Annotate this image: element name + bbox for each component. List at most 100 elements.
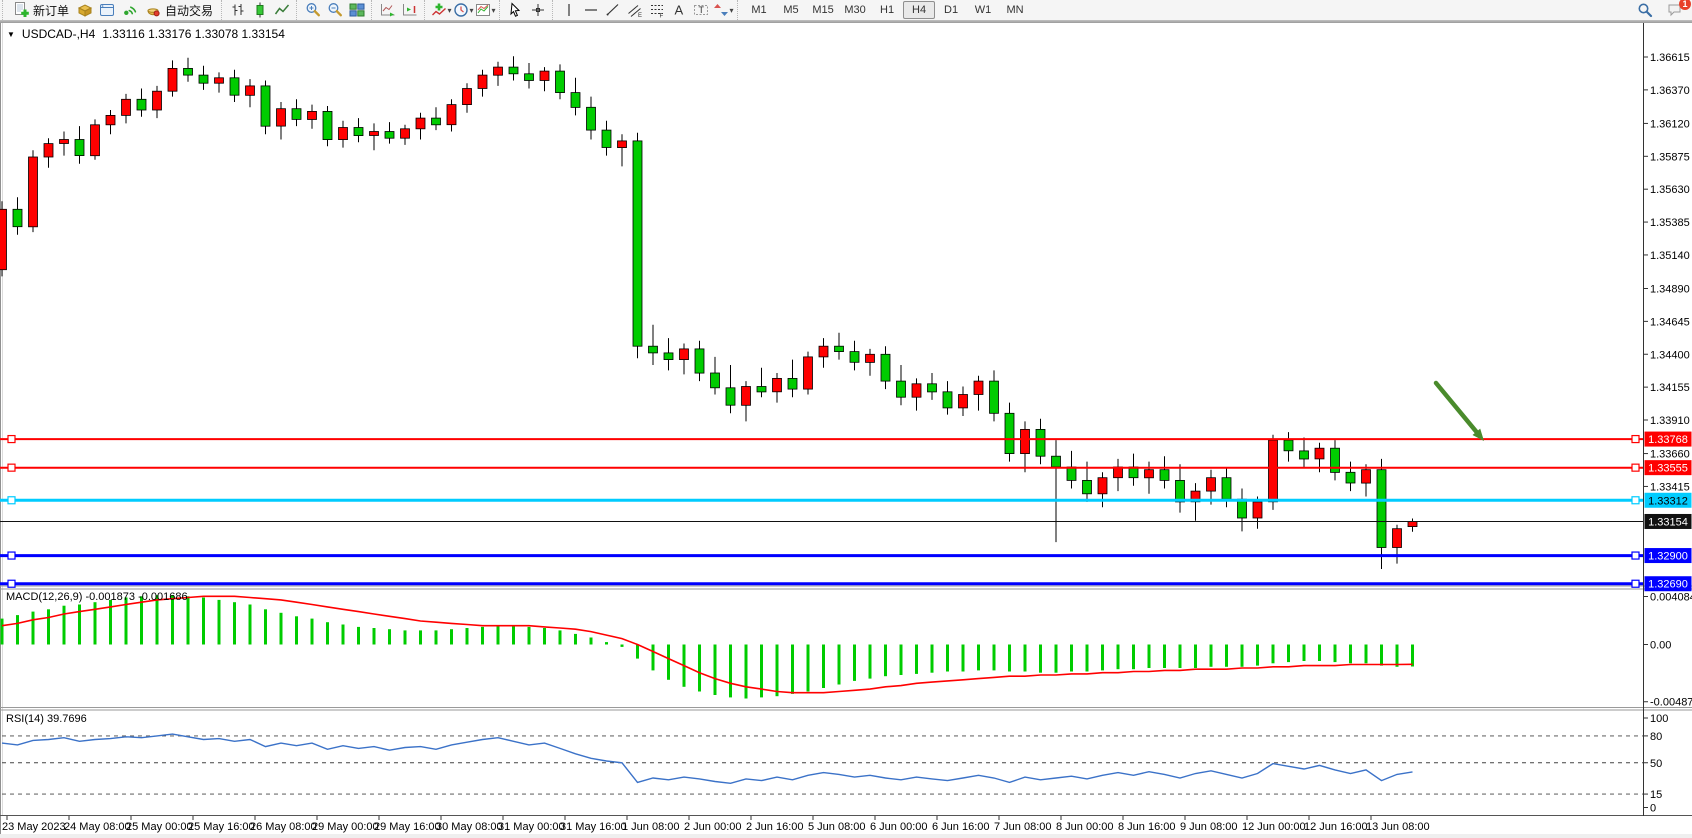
chart-shift-button[interactable] xyxy=(399,1,421,19)
rsi-tick-label: 0 xyxy=(1650,803,1656,815)
autotrading-icon xyxy=(145,2,161,18)
candle xyxy=(664,353,673,360)
candle xyxy=(881,354,890,381)
timeframe-mn-button[interactable]: MN xyxy=(999,1,1031,19)
level-handle[interactable] xyxy=(8,464,15,471)
new-order-button[interactable]: 新订单 xyxy=(8,1,74,19)
level-handle[interactable] xyxy=(1632,580,1639,587)
candle xyxy=(463,89,472,105)
price-chart-svg[interactable]: 1.366151.363701.361201.358751.356301.353… xyxy=(0,0,1692,838)
crosshair-icon xyxy=(530,2,546,18)
candle xyxy=(199,75,208,83)
candle xyxy=(912,384,921,397)
search-button[interactable] xyxy=(1634,1,1656,19)
zoom-out-button[interactable] xyxy=(324,1,346,19)
vertical-line-button[interactable] xyxy=(558,1,580,19)
timeframe-h4-button[interactable]: H4 xyxy=(903,1,935,19)
time-tick-label: 13 Jun 08:00 xyxy=(1366,821,1430,833)
candle xyxy=(416,118,425,129)
fibonacci-button[interactable]: F xyxy=(646,1,668,19)
level-handle[interactable] xyxy=(1632,464,1639,471)
candlestick-chart-button[interactable] xyxy=(249,1,271,19)
candle xyxy=(323,111,332,139)
timeframe-m1-button[interactable]: M1 xyxy=(743,1,775,19)
timeframe-m15-button[interactable]: M15 xyxy=(807,1,839,19)
candle xyxy=(1362,470,1371,483)
svg-text:T: T xyxy=(699,5,705,15)
candle xyxy=(432,118,441,125)
price-axis[interactable]: 1.366151.363701.361201.358751.356301.353… xyxy=(1644,22,1692,816)
price-tick-label: 1.34155 xyxy=(1650,382,1690,394)
crosshair-button[interactable] xyxy=(527,1,549,19)
web-terminal-button[interactable] xyxy=(96,1,118,19)
macd-tick-label: -0.004872 xyxy=(1650,697,1692,709)
cursor-button[interactable] xyxy=(505,1,527,19)
time-tick-label: 8 Jun 00:00 xyxy=(1056,821,1114,833)
timeframe-m30-button[interactable]: M30 xyxy=(839,1,871,19)
market-button[interactable] xyxy=(74,1,96,19)
zoom-in-button[interactable] xyxy=(302,1,324,19)
candle xyxy=(804,357,813,389)
signals-button[interactable] xyxy=(118,1,140,19)
time-tick-label: 26 May 08:00 xyxy=(250,821,317,833)
timeframe-m5-button[interactable]: M5 xyxy=(775,1,807,19)
symbol-period-label: USDCAD-,H4 xyxy=(22,27,95,41)
level-handle[interactable] xyxy=(8,552,15,559)
price-tick-label: 1.33910 xyxy=(1650,415,1690,427)
timeframe-h1-button[interactable]: H1 xyxy=(871,1,903,19)
tile-windows-button[interactable] xyxy=(346,1,368,19)
autoscroll-icon xyxy=(380,2,396,18)
text-label-button[interactable]: T xyxy=(690,1,712,19)
text-button[interactable]: A xyxy=(668,1,690,19)
rsi-indicator-label: RSI(14) 39.7696 xyxy=(6,713,87,725)
chart-shift-icon xyxy=(402,2,418,18)
chevron-down-icon[interactable]: ▼ xyxy=(7,30,15,39)
level-handle[interactable] xyxy=(8,497,15,504)
time-tick-label: 12 Jun 00:00 xyxy=(1242,821,1306,833)
arrows-icon xyxy=(713,2,729,18)
templates-button[interactable]: ▾ xyxy=(474,1,496,19)
candle xyxy=(44,144,53,157)
timeframe-w1-button[interactable]: W1 xyxy=(967,1,999,19)
candle xyxy=(618,141,627,148)
trendline-button[interactable] xyxy=(602,1,624,19)
candle xyxy=(215,78,224,83)
chevron-down-icon: ▾ xyxy=(492,6,496,15)
line-chart-button[interactable] xyxy=(271,1,293,19)
chevron-down-icon: ▾ xyxy=(470,6,474,15)
notifications-button[interactable]: 1 xyxy=(1664,1,1686,19)
autotrading-button[interactable]: 自动交易 xyxy=(140,1,218,19)
text-icon: A xyxy=(671,2,687,18)
candle xyxy=(75,140,84,156)
periods-icon xyxy=(453,2,469,18)
level-handle[interactable] xyxy=(8,436,15,443)
time-axis[interactable]: 23 May 202324 May 08:0025 May 00:0025 Ma… xyxy=(2,816,1430,833)
cursor-icon xyxy=(508,2,524,18)
annotation-arrow[interactable] xyxy=(1436,383,1484,441)
level-handle[interactable] xyxy=(1632,497,1639,504)
horizontal-line-button[interactable] xyxy=(580,1,602,19)
trendline-icon xyxy=(605,2,621,18)
arrows-button[interactable]: ▾ xyxy=(712,1,734,19)
toolbar-group-objects: E F A T ▾ xyxy=(552,0,737,20)
price-tick-label: 1.35140 xyxy=(1650,250,1690,262)
macd-tick-label: 0.004084 xyxy=(1650,592,1692,604)
autoscroll-button[interactable] xyxy=(377,1,399,19)
candle xyxy=(13,209,22,226)
candle xyxy=(819,346,828,357)
timeframe-d1-button[interactable]: D1 xyxy=(935,1,967,19)
bar-chart-button[interactable] xyxy=(227,1,249,19)
candle xyxy=(525,74,534,81)
level-handle[interactable] xyxy=(1632,552,1639,559)
candle xyxy=(509,67,518,74)
indicators-button[interactable]: ▾ xyxy=(430,1,452,19)
notification-badge: 1 xyxy=(1679,0,1691,10)
level-handle[interactable] xyxy=(1632,436,1639,443)
periods-button[interactable]: ▾ xyxy=(452,1,474,19)
candle xyxy=(1253,502,1262,518)
level-handle[interactable] xyxy=(8,580,15,587)
candle xyxy=(1160,470,1169,481)
svg-text:F: F xyxy=(660,14,664,19)
chevron-down-icon: ▾ xyxy=(448,6,452,15)
equidistant-channel-button[interactable]: E xyxy=(624,1,646,19)
